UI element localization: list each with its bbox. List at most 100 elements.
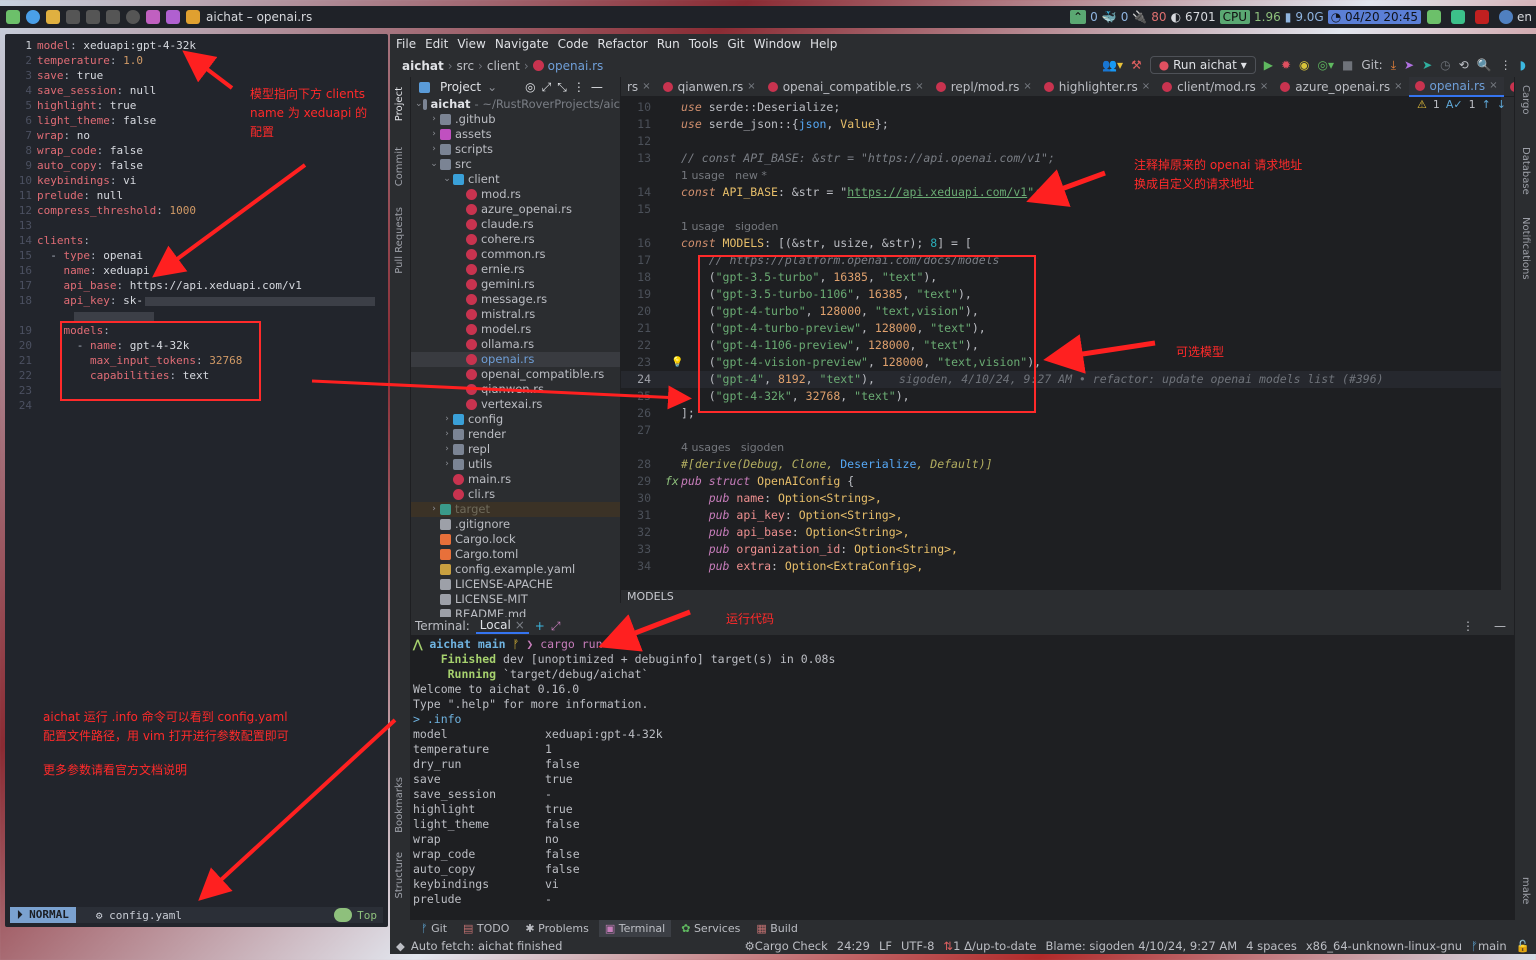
git-icon[interactable] [146,10,160,24]
hide-icon[interactable]: — [591,80,603,94]
tree-item[interactable]: common.rs [411,247,620,262]
inspection-widget[interactable]: ⚠ 1 A✓ 1 ↑ ↓ [1417,98,1506,111]
tree-item[interactable]: config.example.yaml [411,562,620,577]
terminal-tab-local[interactable]: Local × [475,618,529,634]
editor-tab[interactable]: qianwen.rs × [657,77,762,97]
debug-icon[interactable]: ✹ [1281,58,1291,72]
tool-commit[interactable]: Commit [394,147,405,186]
tool-structure[interactable]: Structure [394,852,405,899]
menu-refactor[interactable]: Refactor [597,37,647,51]
line-separator[interactable]: LF [879,939,892,953]
breadcrumb-root[interactable]: aichat [402,59,444,73]
breadcrumb-file[interactable]: openai.rs [548,59,604,73]
implemented-icon[interactable]: fx [665,473,679,490]
tool-pull-requests[interactable]: Pull Requests [394,207,405,274]
disk-icon[interactable] [126,10,140,24]
terminal-options-icon[interactable]: ⋮ [1462,619,1474,633]
tree-item[interactable]: › repl [411,442,620,457]
terminal-panel[interactable]: Terminal: Local × + ⤢ ⋮ — ⋀ aichat main … [411,617,1514,920]
collab-icon[interactable]: 👥▾ [1102,58,1123,72]
indent-setting[interactable]: 4 spaces [1246,939,1297,953]
tree-item[interactable]: ⌄ client [411,172,620,187]
git-branch[interactable]: ᚠmain [1471,939,1507,953]
bug-icon[interactable] [66,10,80,24]
menu-edit[interactable]: Edit [425,37,448,51]
toolwindow-git[interactable]: ᚠ Git [415,920,453,937]
editor-tab[interactable]: highlighter.rs × [1038,77,1156,97]
git-push-icon[interactable]: ➤ [1422,58,1432,72]
chevron-right-icon[interactable]: › [428,127,440,142]
tree-item[interactable]: cli.rs [411,487,620,502]
status-message[interactable]: Auto fetch: aichat finished [411,939,563,953]
inlay-hint[interactable]: 4 usages sigoden [621,439,1501,456]
tree-item[interactable]: › target [411,502,620,517]
cargo-check[interactable]: ⚙Cargo Check [744,939,827,953]
chevron-right-icon[interactable]: › [428,112,440,127]
next-highlight-icon[interactable]: ↓ [1497,98,1506,111]
tree-item[interactable]: model.rs [411,322,620,337]
tree-item[interactable]: claude.rs [411,217,620,232]
run-icon[interactable]: ▶ [1264,58,1273,72]
tool-notifications[interactable]: Notifications [1520,217,1531,280]
tool-make[interactable]: make [1520,877,1531,904]
chrome-icon[interactable] [26,10,40,24]
file-encoding[interactable]: UTF-8 [901,939,935,953]
menu-view[interactable]: View [457,37,485,51]
collapse-all-icon[interactable]: ⤡ [557,80,567,95]
chevron-down-icon[interactable]: ⌄ [428,157,440,172]
tree-item[interactable]: openai.rs [411,352,620,367]
tree-item[interactable]: vertexai.rs [411,397,620,412]
search-icon[interactable]: 🔍 [1477,58,1492,72]
more-icon[interactable]: ⋮ [1500,58,1512,72]
close-icon[interactable]: × [515,618,525,632]
editor-tab[interactable]: rs × [621,77,657,97]
run-config-selector[interactable]: ● Run aichat ▾ [1149,56,1256,74]
expand-all-icon[interactable]: ⤢ [542,80,552,95]
chevron-right-icon[interactable]: › [441,442,453,457]
new-terminal-icon[interactable]: + [535,619,545,633]
toolwindow-todo[interactable]: ▤ TODO [457,920,515,937]
editor-tab[interactable]: azure_openai.rs × [1274,77,1408,97]
vim-editor-pane[interactable]: 1 model: xeduapi:gpt-4-32k 2 temperature: 1… [5,34,388,927]
locate-icon[interactable]: ◎ [525,80,535,94]
close-icon[interactable]: × [1142,81,1150,92]
menu-file[interactable]: File [396,37,416,51]
sync-tray-icon[interactable] [1451,10,1465,24]
build-hammer-icon[interactable]: ⚒ [1131,58,1142,72]
menu-git[interactable]: Git [727,37,744,51]
tree-item[interactable]: mod.rs [411,187,620,202]
editor-tab[interactable]: client/mod.rs × [1156,77,1274,97]
input-language[interactable]: en [1517,10,1532,24]
editor-tab[interactable]: openai_compatible.rs × [762,77,930,97]
wechat-icon[interactable] [6,10,20,24]
usage-hint[interactable]: 1 usage new * [681,169,767,182]
breadcrumb-src[interactable]: src [457,59,475,73]
tree-item[interactable]: main.rs [411,472,620,487]
usage-hint[interactable]: 1 usage sigoden [681,220,778,233]
chevron-right-icon[interactable]: › [441,412,453,427]
project-title[interactable]: Project [440,80,481,94]
chevron-down-icon[interactable]: ⌄ [487,80,497,94]
usage-hint[interactable]: 4 usages sigoden [681,441,784,454]
tree-item[interactable]: Cargo.lock [411,532,620,547]
profile-icon[interactable]: ◎▾ [1318,58,1335,72]
chevron-right-icon[interactable]: › [428,502,440,517]
toolwindow-terminal[interactable]: ▣ Terminal [598,920,672,937]
tree-item[interactable]: LICENSE-APACHE [411,577,620,592]
intention-bulb-icon[interactable]: 💡 [671,354,683,371]
tree-item[interactable]: openai_compatible.rs [411,367,620,382]
tree-item[interactable]: › utils [411,457,620,472]
coverage-icon[interactable]: ◉ [1299,58,1309,72]
wechat-tray-icon[interactable] [1427,10,1441,24]
tree-item[interactable]: LICENSE-MIT [411,592,620,607]
breadcrumb-client[interactable]: client [487,59,520,73]
clock-widget[interactable]: ◔ 04/20 20:45 [1327,10,1421,24]
tree-item[interactable]: ⌄ src [411,157,620,172]
close-icon[interactable]: × [915,81,923,92]
history-icon[interactable]: ◷ [1440,58,1450,72]
toolwindow-build[interactable]: ▦ Build [750,920,804,937]
close-icon[interactable]: × [1489,80,1497,91]
network-tray-icon[interactable] [1499,10,1513,24]
blame-info[interactable]: Blame: sigoden 4/10/24, 9:27 AM [1045,939,1237,953]
tree-item[interactable]: › scripts [411,142,620,157]
